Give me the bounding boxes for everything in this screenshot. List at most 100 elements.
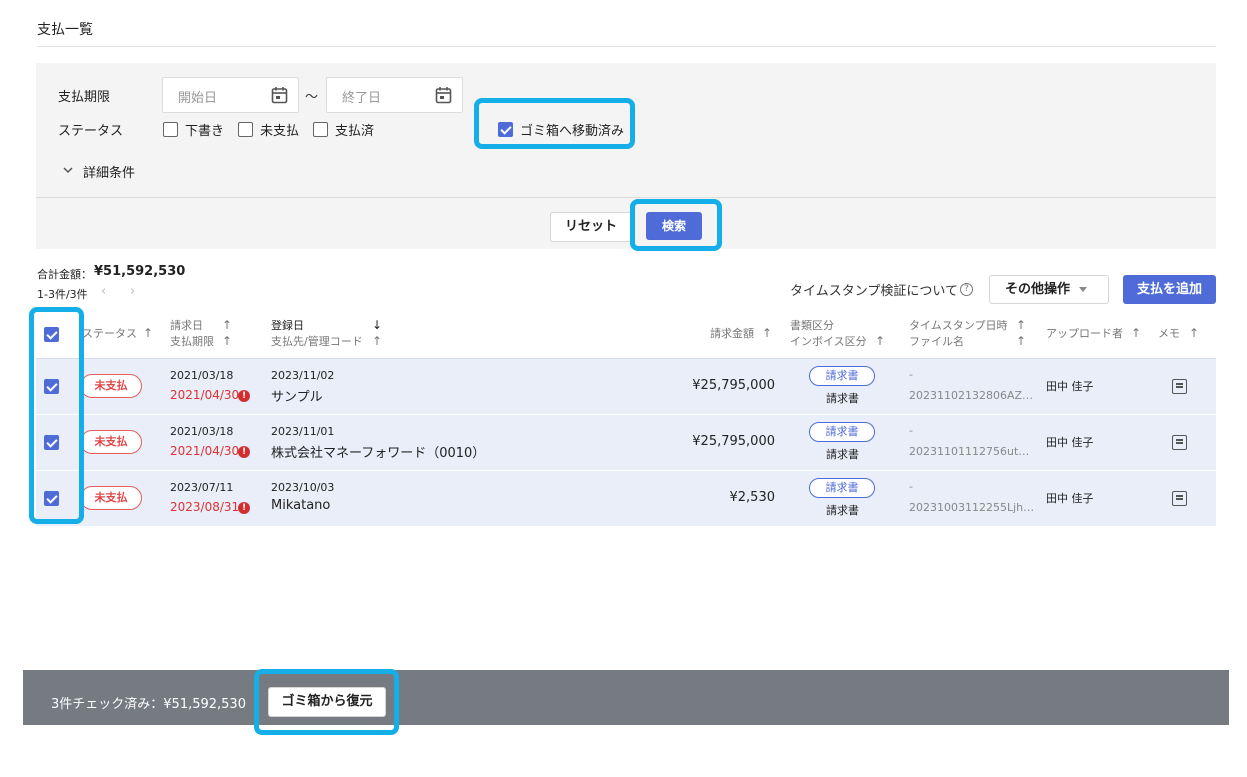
help-icon[interactable]: ? [960,283,973,296]
sort-arrow-up-icon[interactable]: ↑ [1131,326,1141,340]
header-filename[interactable]: ファイル名 [909,334,964,350]
table-row[interactable] [36,359,1216,415]
amount: ¥25,795,000 [692,378,775,393]
restore-from-trash-button[interactable]: ゴミ箱から復元 [268,687,386,717]
calendar-icon[interactable] [271,86,288,104]
sort-arrow-up-icon[interactable]: ↑ [875,334,885,348]
sort-arrow-up-icon[interactable]: ↑ [762,326,772,340]
header-status[interactable]: ステータス [82,326,137,342]
sort-arrow-up-icon[interactable]: ↑ [143,326,153,340]
sort-arrow-up-icon[interactable]: ↑ [222,334,232,348]
due-date: 2021/04/30 [170,388,240,402]
timestamp: - [909,480,913,493]
status-badge: 未支払 [80,374,142,398]
calendar-icon[interactable] [435,86,452,104]
search-button[interactable]: 検索 [646,212,702,240]
status-label: ステータス [58,124,124,139]
timestamp-info-link[interactable]: タイムスタンプ検証について [790,280,958,299]
checked-summary: 3件チェック済み：¥51,592,530 [51,697,246,712]
caret-down-icon [1079,287,1087,292]
end-date-field[interactable]: 終了日 [326,77,463,113]
status-paid-label: 支払済 [335,124,375,139]
status-draft-label: 下書き [185,124,225,139]
status-badge: 未支払 [80,486,142,510]
title-divider [37,46,1216,47]
uploader: 田中 佳子 [1046,436,1094,449]
amount: ¥2,530 [729,490,776,505]
next-page-icon[interactable]: › [130,284,135,299]
amount: ¥25,795,000 [692,434,775,449]
header-memo[interactable]: メモ [1158,326,1180,342]
header-due-date[interactable]: 支払期限 [170,334,214,350]
payee-name[interactable]: 株式会社マネーフォワード（0010） [271,442,485,461]
chevron-down-icon[interactable] [62,164,74,176]
sort-arrow-up-icon[interactable]: ↑ [372,334,382,348]
due-date: 2023/08/31 [170,500,240,514]
filename[interactable]: 20231102132806AZ… [909,389,1033,402]
doc-type-pill: 請求書 [809,366,875,386]
reset-button[interactable]: リセット [550,212,632,242]
header-uploader[interactable]: アップロード者 [1046,326,1123,342]
invoice-type: 請求書 [826,392,859,405]
header-doc-type[interactable]: 書類区分 [790,318,834,334]
memo-icon[interactable] [1172,379,1187,394]
invoice-date: 2021/03/18 [170,425,234,438]
prev-page-icon[interactable]: ‹ [101,284,106,299]
table-row[interactable] [36,415,1216,471]
invoice-type: 請求書 [826,448,859,461]
detail-conditions-toggle[interactable]: 詳細条件 [83,162,135,181]
header-invoice-type[interactable]: インボイス区分 [790,334,867,350]
sort-arrow-up-icon[interactable]: ↑ [222,318,232,332]
start-date-field[interactable]: 開始日 [162,77,299,113]
memo-icon[interactable] [1172,491,1187,506]
total-label: 合計金額： [37,268,92,281]
result-count: 1-3件/3件 [37,288,88,301]
sort-arrow-up-icon[interactable]: ↑ [1189,326,1199,340]
filename[interactable]: 20231101112756ut… [909,445,1029,458]
checkbox-column-highlight [29,307,84,524]
invoice-date: 2023/07/11 [170,481,234,494]
registered-date: 2023/10/03 [271,481,335,494]
timestamp: - [909,368,913,381]
header-timestamp[interactable]: タイムスタンプ日時 [909,318,1007,334]
more-actions-dropdown[interactable]: その他操作 [989,275,1109,304]
payee-name[interactable]: Mikatano [271,498,330,513]
add-payment-button[interactable]: 支払を追加 [1123,275,1216,304]
trash-label: ゴミ箱へ移動済み [520,124,625,139]
warning-icon: ! [238,390,250,402]
end-date-placeholder: 終了日 [342,91,382,106]
sort-arrow-up-icon[interactable]: ↑ [1016,318,1026,332]
doc-type-pill: 請求書 [809,422,875,442]
table-row[interactable] [36,471,1216,527]
due-date-label: 支払期限 [58,90,111,105]
header-amount[interactable]: 請求金額 [710,326,754,342]
uploader: 田中 佳子 [1046,492,1094,505]
sort-arrow-down-icon[interactable]: ↓ [372,318,382,332]
trash-checkbox[interactable] [498,122,513,137]
payee-name[interactable]: サンプル [271,386,323,405]
doc-type-pill: 請求書 [809,478,875,498]
sort-arrow-up-icon[interactable]: ↑ [1016,334,1026,348]
total-amount: ¥51,592,530 [94,264,186,279]
due-date: 2021/04/30 [170,444,240,458]
warning-icon: ! [238,502,250,514]
status-unpaid-checkbox[interactable] [238,122,253,137]
memo-icon[interactable] [1172,435,1187,450]
uploader: 田中 佳子 [1046,380,1094,393]
header-invoice-date[interactable]: 請求日 [170,318,203,334]
registered-date: 2023/11/02 [271,369,335,382]
status-unpaid-label: 未支払 [260,124,300,139]
invoice-type: 請求書 [826,504,859,517]
header-payee[interactable]: 支払先/管理コード [271,334,363,350]
status-badge: 未支払 [80,430,142,454]
more-actions-label: その他操作 [1005,282,1071,297]
status-paid-checkbox[interactable] [313,122,328,137]
filename[interactable]: 20231003112255Ljh… [909,501,1034,514]
date-range-separator: ～ [305,90,319,105]
filter-divider [36,197,1216,198]
status-draft-checkbox[interactable] [163,122,178,137]
header-registered[interactable]: 登録日 [271,318,304,334]
registered-date: 2023/11/01 [271,425,335,438]
timestamp: - [909,424,913,437]
start-date-placeholder: 開始日 [178,91,218,106]
